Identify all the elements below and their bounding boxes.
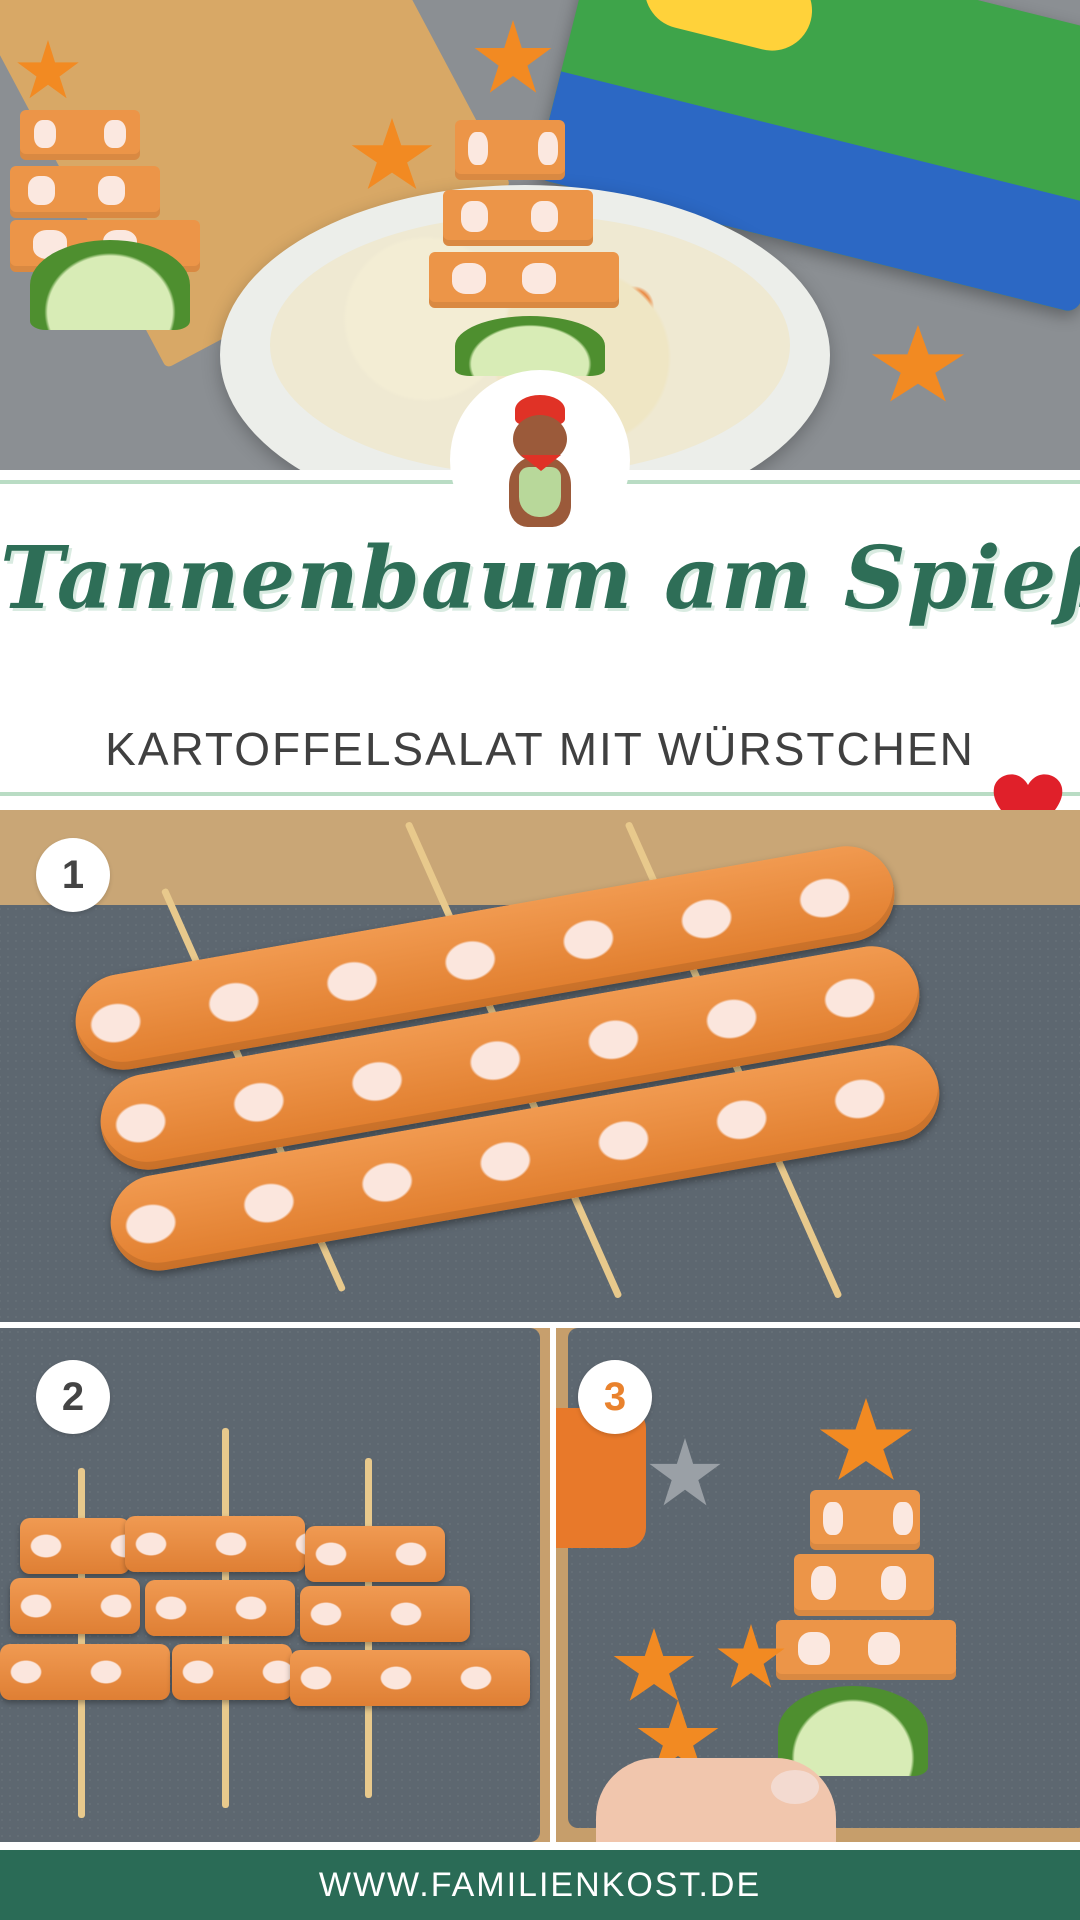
- sausage-tree: [766, 1398, 966, 1776]
- carrot-star: [871, 325, 965, 402]
- carrot-star: [819, 1398, 913, 1480]
- step-2-photo: 2: [0, 1328, 550, 1842]
- bear-mascot-icon: [495, 395, 585, 545]
- step-3-badge: 3: [578, 1360, 652, 1434]
- footer-bar: WWW.FAMILIENKOST.DE: [0, 1850, 1080, 1920]
- carrot-star: [474, 20, 552, 93]
- step-3-photo: 3: [556, 1328, 1080, 1842]
- title-banner: Tannenbaum am Spieß KARTOFFELSALAT MIT W…: [0, 370, 1080, 836]
- sausage-tree: [425, 20, 665, 376]
- step-1-photo: 1: [0, 810, 1080, 1322]
- step-1-badge: 1: [36, 838, 110, 912]
- sausage-tree-left: [10, 40, 210, 330]
- pin-graphic: Tannenbaum am Spieß KARTOFFELSALAT MIT W…: [0, 0, 1080, 1920]
- page-title: Tannenbaum am Spieß: [0, 528, 1080, 629]
- step-2-badge: 2: [36, 1360, 110, 1434]
- website-link[interactable]: WWW.FAMILIENKOST.DE: [0, 1850, 1080, 1920]
- divider: [0, 792, 1080, 796]
- page-subtitle: KARTOFFELSALAT MIT WÜRSTCHEN: [105, 723, 975, 775]
